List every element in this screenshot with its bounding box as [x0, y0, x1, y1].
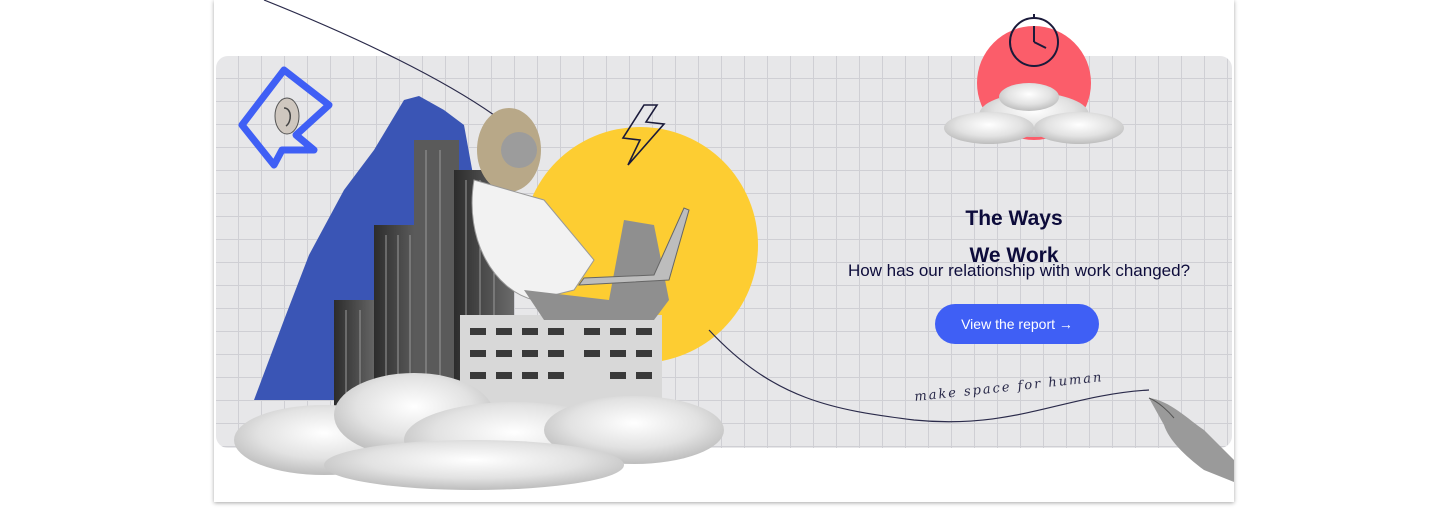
cloud-top	[944, 83, 1124, 144]
subtitle: How has our relationship with work chang…	[847, 261, 1191, 280]
ear-speech-bubble-icon	[238, 66, 333, 169]
banner-card: The Ways We Work How has our relationshi…	[214, 0, 1234, 502]
view-report-button[interactable]: View the report →	[935, 304, 1099, 344]
pointing-hand-icon	[1148, 397, 1234, 482]
headline-line-1: The Ways	[965, 207, 1063, 230]
apartment-building	[460, 315, 662, 410]
decorative-line-top	[263, 0, 495, 116]
